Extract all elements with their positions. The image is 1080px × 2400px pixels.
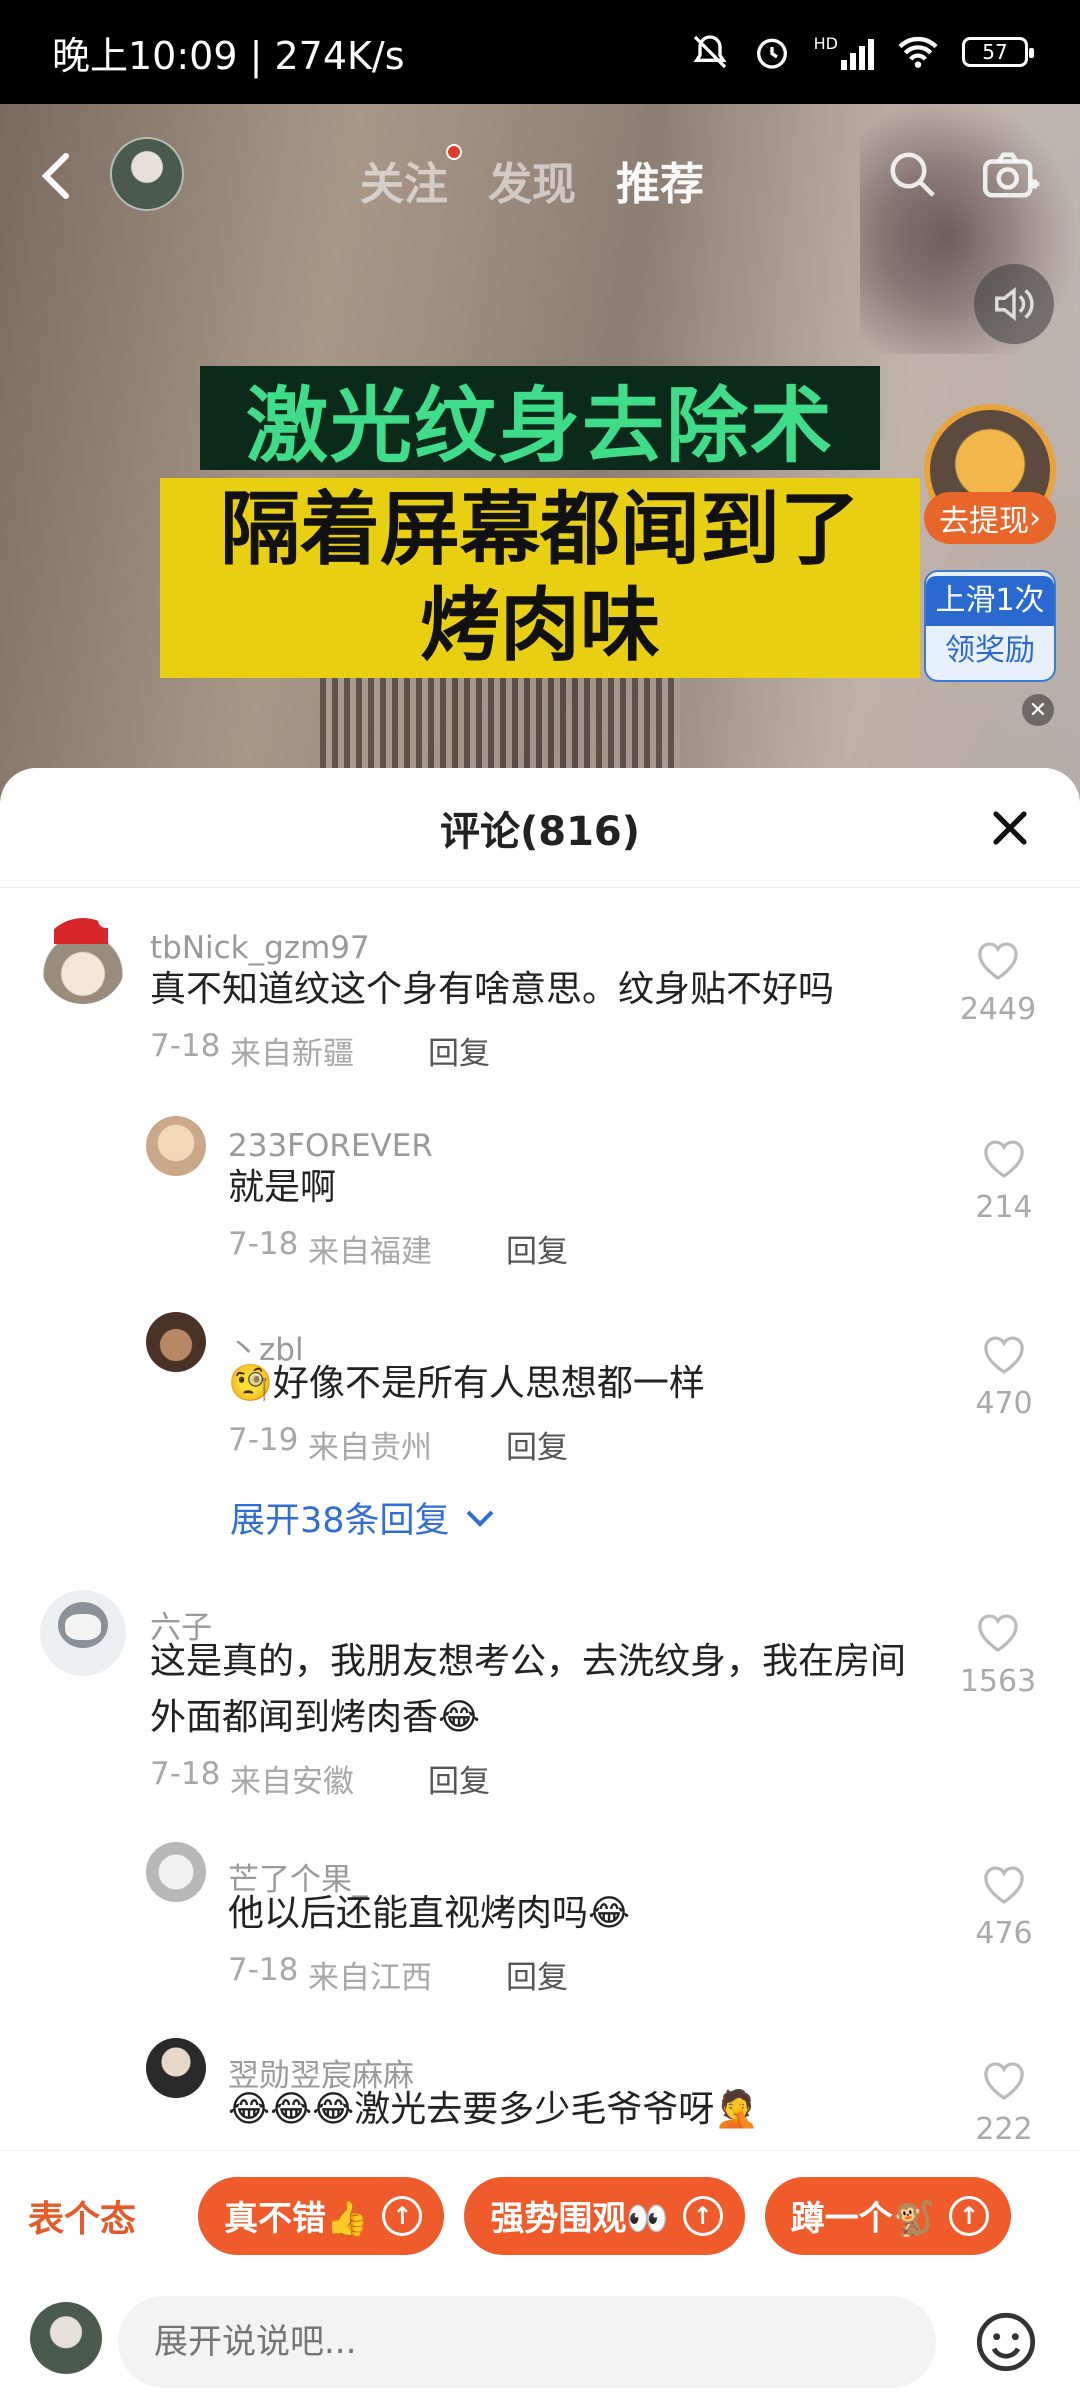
video-caption-subtitle: 隔着屏幕都闻到了 烤肉味 — [160, 478, 920, 678]
comments-header: 评论(816) — [0, 768, 1080, 888]
comment-location: 来自福建 — [308, 1234, 432, 1270]
close-icon[interactable] — [990, 808, 1030, 848]
comment-item: 六子 这是真的，我朋友想考公，去洗纹身，我在房间 外面都闻到烤肉香😂 7-18 … — [0, 1590, 1080, 1810]
reaction-chip[interactable]: 真不错👍 ↑ — [198, 2176, 445, 2255]
like-button[interactable]: 1563 — [948, 1610, 1048, 1699]
tab-discover[interactable]: 发现 — [488, 148, 576, 212]
comment-text[interactable]: 这是真的，我朋友想考公，去洗纹身，我在房间 外面都闻到烤肉香😂 — [150, 1634, 940, 1746]
comment-location: 来自安徽 — [230, 1764, 354, 1800]
avatar[interactable] — [146, 1312, 206, 1372]
nav-tabs: 关注 发现 推荐 — [360, 144, 704, 212]
camera-add-icon[interactable] — [980, 148, 1040, 202]
battery-icon: 57 — [962, 37, 1034, 67]
avatar[interactable] — [40, 1590, 126, 1676]
heart-icon — [984, 2062, 1024, 2100]
heart-icon — [984, 1140, 1024, 1178]
like-button[interactable]: 222 — [954, 2058, 1054, 2147]
like-button[interactable]: 476 — [954, 1862, 1054, 1951]
reply-button[interactable]: 回复 — [506, 1226, 568, 1271]
send-up-icon: ↑ — [382, 2195, 423, 2236]
my-avatar[interactable] — [30, 2302, 102, 2374]
status-icons: HD 57 — [690, 32, 1034, 72]
comment-text[interactable]: 🧐好像不是所有人思想都一样 — [228, 1356, 705, 1412]
comment-text[interactable]: 就是啊 — [228, 1160, 336, 1216]
signal-icon: HD — [814, 34, 874, 70]
back-icon[interactable] — [36, 152, 76, 200]
chevron-down-icon — [466, 1510, 493, 1527]
speaker-icon — [995, 286, 1034, 322]
reply-button[interactable]: 回复 — [428, 1756, 490, 1801]
comment-location: 来自贵州 — [308, 1430, 432, 1466]
avatar[interactable] — [40, 918, 126, 1004]
like-count: 476 — [975, 1916, 1033, 1951]
send-up-icon: ↑ — [682, 2195, 723, 2236]
comment-input-bar — [0, 2280, 1080, 2400]
network-type: HD — [813, 34, 838, 53]
avatar[interactable] — [146, 1842, 206, 1902]
status-bar: 晚上10:09 | 274K/s HD 57 — [0, 0, 1080, 104]
video-caption-title: 激光纹身去除术 — [200, 366, 880, 474]
comment-input[interactable] — [118, 2296, 936, 2388]
quick-reaction-label: 表个态 — [28, 2198, 137, 2240]
top-nav: 关注 发现 推荐 — [0, 104, 1080, 244]
alarm-icon — [756, 38, 787, 69]
comments-title: 评论(816) — [439, 808, 641, 855]
wifi-icon — [898, 36, 938, 68]
emoji-icon[interactable] — [974, 2310, 1038, 2374]
like-button[interactable]: 2449 — [948, 938, 1048, 1027]
reply-button[interactable]: 回复 — [428, 1028, 490, 1073]
comment-text[interactable]: 他以后还能直视烤肉吗😂 — [228, 1886, 630, 1942]
reply-button[interactable]: 回复 — [506, 1422, 568, 1467]
status-time: 晚上10:09 | 274K/s — [52, 33, 405, 78]
mute-icon — [693, 35, 727, 69]
heart-icon — [984, 1336, 1024, 1374]
quick-reaction-bar: 表个态 真不错👍 ↑ 强势围观👀 ↑ 蹲一个🐒 ↑ — [0, 2150, 1080, 2280]
comment-username[interactable]: 233FOREVER — [228, 1128, 433, 1164]
volume-button[interactable] — [974, 264, 1054, 344]
like-count: 2449 — [959, 992, 1037, 1027]
comment-text[interactable]: 真不知道纹这个身有啥意思。纹身贴不好吗 — [150, 962, 834, 1018]
like-count: 470 — [975, 1386, 1033, 1421]
send-up-icon: ↑ — [949, 2195, 990, 2236]
reply-button[interactable]: 回复 — [506, 1952, 568, 1997]
heart-icon — [978, 1614, 1018, 1652]
heart-icon — [978, 942, 1018, 980]
avatar[interactable] — [146, 1116, 206, 1176]
comment-item: 233FOREVER 就是啊 7-18 来自福建 回复 214 — [0, 1116, 1080, 1270]
like-count: 222 — [975, 2112, 1033, 2147]
like-button[interactable]: 470 — [954, 1332, 1054, 1421]
comment-item: tbNick_gzm97 真不知道纹这个身有啥意思。纹身贴不好吗 7-18 来自… — [0, 918, 1080, 1078]
search-icon[interactable] — [886, 148, 940, 202]
avatar[interactable] — [146, 2038, 206, 2098]
comment-date: 7-18 — [150, 1756, 221, 1792]
notification-dot — [446, 144, 462, 160]
comment-item: 芒了个果_ 他以后还能直视烤肉吗😂 7-18 来自江西 回复 476 — [0, 1842, 1080, 1996]
tab-following[interactable]: 关注 — [360, 144, 462, 212]
like-count: 1563 — [959, 1664, 1037, 1699]
like-button[interactable]: 214 — [954, 1136, 1054, 1225]
reaction-chip[interactable]: 强势围观👀 ↑ — [464, 2176, 745, 2255]
heart-icon — [984, 1866, 1024, 1904]
comment-item: 翌勋翌宸麻麻 😂😂😂激光去要多少毛爷爷呀🤦 222 — [0, 2038, 1080, 2158]
comment-text[interactable]: 😂😂😂激光去要多少毛爷爷呀🤦 — [228, 2082, 759, 2138]
reaction-chip[interactable]: 蹲一个🐒 ↑ — [764, 2176, 1012, 2255]
comment-date: 7-18 — [228, 1226, 299, 1262]
comment-date: 7-18 — [150, 1028, 221, 1064]
withdraw-button[interactable]: 去提现 › — [924, 492, 1056, 544]
comment-location: 来自江西 — [308, 1960, 432, 1996]
close-reward-icon[interactable]: ✕ — [1022, 694, 1054, 726]
tab-recommend[interactable]: 推荐 — [616, 148, 704, 212]
comment-date: 7-19 — [228, 1422, 299, 1458]
battery-level: 57 — [982, 40, 1008, 64]
comment-date: 7-18 — [228, 1952, 299, 1988]
like-count: 214 — [975, 1190, 1033, 1225]
comment-item: 丶zbl 🧐好像不是所有人思想都一样 7-19 来自贵州 回复 470 — [0, 1312, 1080, 1466]
expand-replies-button[interactable]: 展开38条回复 — [230, 1492, 496, 1543]
comment-username[interactable]: tbNick_gzm97 — [150, 930, 370, 966]
swipe-reward-card[interactable]: 上滑1次 领奖励 — [924, 570, 1056, 682]
comment-location: 来自新疆 — [230, 1036, 354, 1072]
author-avatar[interactable] — [110, 137, 184, 211]
